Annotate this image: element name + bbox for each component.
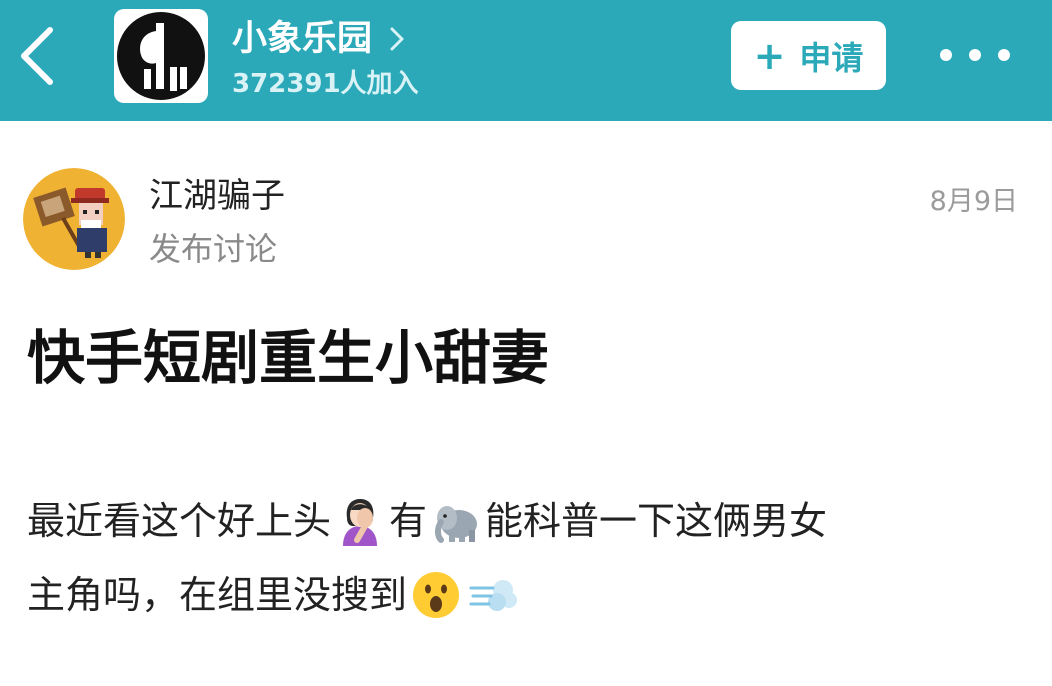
apply-button[interactable]: + 申请 <box>731 21 886 90</box>
post-title: 快手短剧重生小甜妻 <box>27 324 550 392</box>
author-avatar[interactable] <box>23 168 125 270</box>
dash-emoji-icon <box>469 580 518 611</box>
body-text: 最近看这个好上头 <box>27 499 332 543</box>
dot <box>998 49 1010 61</box>
group-title[interactable]: 小象乐园 <box>232 16 406 62</box>
plus-icon: + <box>753 33 786 78</box>
elephant-emoji-icon <box>435 506 478 543</box>
post-body: 最近看这个好上头 有 能科普一下这俩男女 主角吗，在组里没搜到 <box>27 484 1027 632</box>
group-logo[interactable] <box>114 9 208 103</box>
surprised-face-emoji-icon <box>413 572 460 618</box>
top-bar: 小象乐园 372391人加入 + 申请 <box>0 0 1052 121</box>
group-name-text: 小象乐园 <box>232 19 373 59</box>
post-action-label: 发布讨论 <box>149 230 278 268</box>
author-name[interactable]: 江湖骗子 <box>149 172 285 220</box>
body-text: 有 <box>389 499 428 543</box>
back-chevron-icon[interactable] <box>18 26 58 86</box>
chevron-right-icon <box>390 27 404 51</box>
member-count: 372391人加入 <box>232 69 419 99</box>
dot <box>940 49 952 61</box>
avatar-image <box>23 168 125 270</box>
post-body-line-2: 主角吗，在组里没搜到 <box>27 558 1027 632</box>
apply-label: 申请 <box>799 38 864 77</box>
post-body-line-1: 最近看这个好上头 有 能科普一下这俩男女 <box>27 484 1027 558</box>
post-date: 8月9日 <box>929 186 1018 217</box>
body-text: 能科普一下这俩男女 <box>485 499 828 543</box>
woman-facepalming-emoji-icon <box>343 499 378 546</box>
more-dots-icon[interactable] <box>940 38 1010 72</box>
dot <box>969 49 981 61</box>
elephant-logo-icon <box>117 12 205 100</box>
body-text: 主角吗，在组里没搜到 <box>27 573 408 617</box>
